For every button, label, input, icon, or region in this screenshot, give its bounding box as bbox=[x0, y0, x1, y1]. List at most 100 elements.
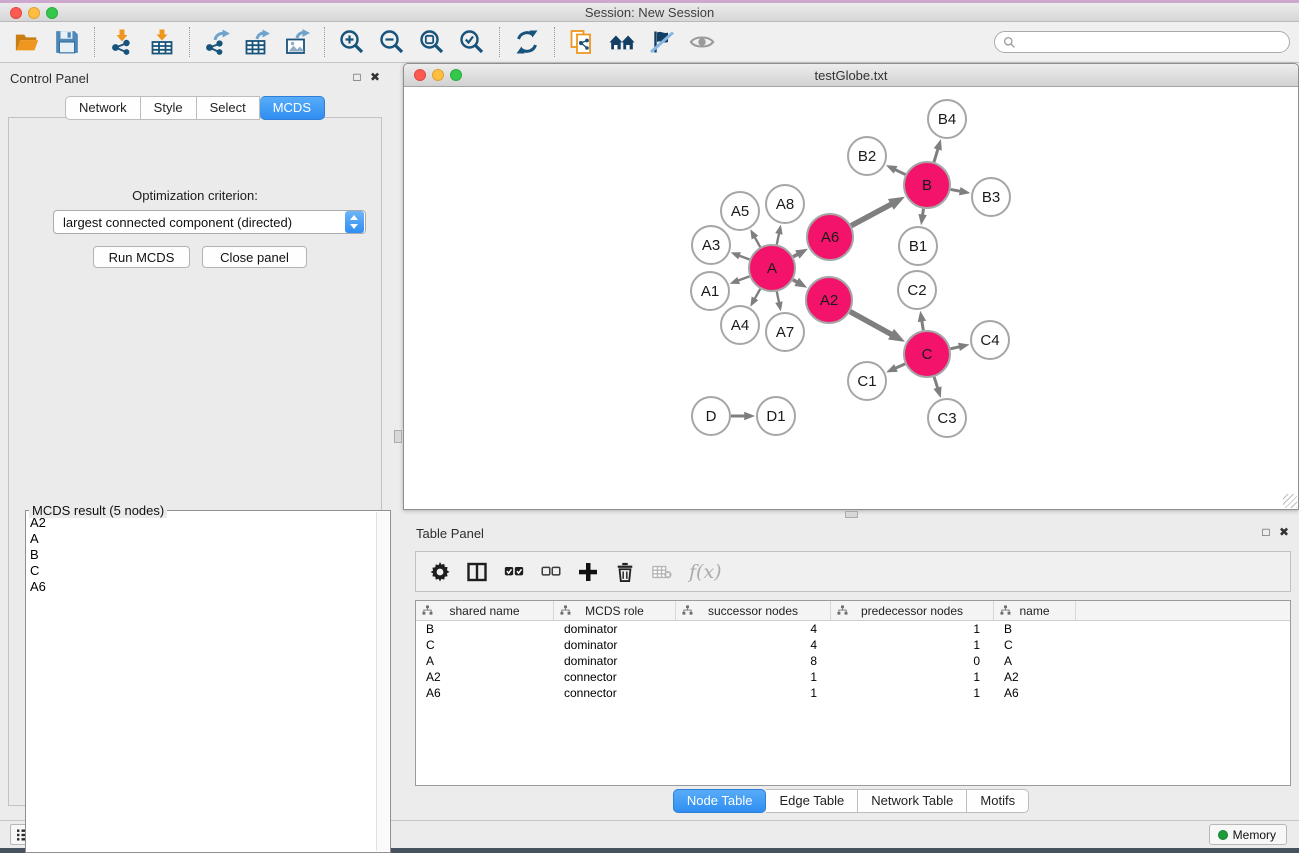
mcds-result-item[interactable]: C bbox=[27, 563, 376, 579]
split-view-icon[interactable] bbox=[467, 562, 487, 582]
tab-select[interactable]: Select bbox=[197, 96, 260, 120]
add-column-icon[interactable] bbox=[578, 562, 598, 582]
zoom-selected-icon-glyph bbox=[459, 29, 485, 55]
tab-motifs[interactable]: Motifs bbox=[967, 789, 1029, 813]
export-image-icon[interactable] bbox=[280, 26, 314, 58]
mcds-result-item[interactable]: A2 bbox=[27, 515, 376, 531]
edge-A2-C[interactable] bbox=[850, 312, 892, 335]
mcds-result-item[interactable]: B bbox=[27, 547, 376, 563]
edge-arrowhead bbox=[794, 278, 807, 288]
vertical-splitter-handle[interactable] bbox=[394, 430, 402, 443]
edge-B-B2[interactable] bbox=[894, 169, 905, 174]
graph-node-label: A3 bbox=[702, 237, 720, 254]
search-input[interactable] bbox=[1020, 34, 1289, 50]
search-box[interactable] bbox=[994, 31, 1290, 53]
edge-A-A8[interactable] bbox=[777, 232, 779, 244]
open-file-icon[interactable] bbox=[10, 26, 44, 58]
table-panel-title: Table Panel bbox=[416, 526, 484, 541]
column-header-shared-name[interactable]: shared name bbox=[416, 601, 554, 620]
import-table-icon[interactable] bbox=[145, 26, 179, 58]
edge-C-C1[interactable] bbox=[895, 364, 905, 369]
close-panel-button[interactable]: Close panel bbox=[202, 246, 307, 268]
deselect-all-icon-glyph bbox=[541, 562, 561, 582]
column-tree-icon bbox=[837, 605, 848, 616]
column-header-label: successor nodes bbox=[708, 604, 798, 618]
edge-A-A3[interactable] bbox=[738, 255, 749, 259]
memory-button[interactable]: Memory bbox=[1209, 824, 1287, 845]
zoom-out-icon-glyph bbox=[379, 29, 405, 55]
edge-C-C3[interactable] bbox=[934, 377, 938, 389]
float-panel-icon[interactable]: □ bbox=[350, 70, 364, 84]
table-float-panel-icon[interactable]: □ bbox=[1259, 525, 1273, 539]
import-network-icon[interactable] bbox=[105, 26, 139, 58]
zoom-fit-icon[interactable] bbox=[415, 26, 449, 58]
tab-node-table[interactable]: Node Table bbox=[673, 789, 767, 813]
zoom-in-icon[interactable] bbox=[335, 26, 369, 58]
graph-node-label: C3 bbox=[937, 410, 956, 427]
deselect-all-icon[interactable] bbox=[541, 562, 561, 582]
graph-node-label: B2 bbox=[858, 148, 876, 165]
open-file-icon-glyph bbox=[14, 29, 40, 55]
delete-column-icon[interactable] bbox=[615, 562, 635, 582]
tab-network-table[interactable]: Network Table bbox=[858, 789, 967, 813]
delete-table-icon[interactable] bbox=[652, 562, 672, 582]
table-close-panel-icon[interactable]: ✖ bbox=[1277, 525, 1291, 539]
mcds-result-scrollbar[interactable] bbox=[376, 512, 389, 851]
save-session-icon[interactable] bbox=[50, 26, 84, 58]
column-header-MCDS-role[interactable]: MCDS role bbox=[554, 601, 676, 620]
tab-network[interactable]: Network bbox=[65, 96, 141, 120]
edge-C-C4[interactable] bbox=[950, 347, 960, 349]
edge-A6-B[interactable] bbox=[851, 204, 892, 226]
column-header-predecessor-nodes[interactable]: predecessor nodes bbox=[831, 601, 994, 620]
table-cell: C bbox=[994, 637, 1076, 653]
network-window-titlebar[interactable]: testGlobe.txt bbox=[404, 64, 1298, 87]
export-table-icon[interactable] bbox=[240, 26, 274, 58]
edge-A-A7[interactable] bbox=[777, 292, 779, 304]
export-network-icon[interactable] bbox=[200, 26, 234, 58]
mcds-result-item[interactable]: A6 bbox=[27, 579, 376, 595]
edge-C-C2[interactable] bbox=[922, 320, 924, 330]
first-neighbors-icon[interactable] bbox=[605, 26, 639, 58]
optimization-criterion-dropdown[interactable]: largest connected component (directed) bbox=[53, 210, 366, 234]
edge-A-A4[interactable] bbox=[754, 289, 760, 300]
column-header-name[interactable]: name bbox=[994, 601, 1076, 620]
hide-details-icon[interactable] bbox=[645, 26, 679, 58]
table-row[interactable]: Bdominator41B bbox=[416, 621, 1290, 637]
refresh-icon[interactable] bbox=[510, 26, 544, 58]
gear-icon[interactable] bbox=[430, 562, 450, 582]
edge-A-A5[interactable] bbox=[754, 236, 760, 247]
edge-A-A1[interactable] bbox=[737, 276, 749, 281]
select-all-icon[interactable] bbox=[504, 562, 524, 582]
node-table[interactable]: shared nameMCDS role successor nodes prede… bbox=[415, 600, 1291, 786]
window-resize-grip[interactable] bbox=[1283, 494, 1297, 508]
gear-icon-glyph bbox=[430, 562, 450, 582]
tab-mcds[interactable]: MCDS bbox=[260, 96, 325, 120]
horizontal-splitter-handle[interactable] bbox=[845, 511, 858, 518]
table-cell: A6 bbox=[416, 685, 554, 701]
run-mcds-button[interactable]: Run MCDS bbox=[93, 246, 190, 268]
close-panel-icon[interactable]: ✖ bbox=[368, 70, 382, 84]
table-cell: 1 bbox=[831, 669, 994, 685]
zoom-out-icon[interactable] bbox=[375, 26, 409, 58]
edge-B-B4[interactable] bbox=[934, 148, 938, 162]
tab-edge-table[interactable]: Edge Table bbox=[766, 789, 858, 813]
zoom-selected-icon[interactable] bbox=[455, 26, 489, 58]
network-window-title: testGlobe.txt bbox=[404, 68, 1298, 83]
new-network-from-selection-icon[interactable] bbox=[565, 26, 599, 58]
table-row[interactable]: Cdominator41C bbox=[416, 637, 1290, 653]
table-cell: A bbox=[416, 653, 554, 669]
mcds-result-list[interactable]: A2ABCA6 bbox=[27, 515, 376, 851]
network-canvas[interactable]: B4B2BB3A5A8A6A3B1AA1C2A2A4A7C4CC1DD1C3 bbox=[405, 87, 1297, 508]
graph-node-label: C4 bbox=[980, 332, 999, 349]
show-details-icon[interactable] bbox=[685, 26, 719, 58]
column-header-filler bbox=[1076, 601, 1290, 620]
tab-style[interactable]: Style bbox=[141, 96, 197, 120]
mcds-result-item[interactable]: A bbox=[27, 531, 376, 547]
table-row[interactable]: A2connector11A2 bbox=[416, 669, 1290, 685]
function-builder-icon[interactable]: f(x) bbox=[689, 561, 722, 583]
edge-B-B3[interactable] bbox=[951, 189, 962, 191]
column-header-successor-nodes[interactable]: successor nodes bbox=[676, 601, 831, 620]
edge-arrowhead bbox=[750, 297, 758, 307]
table-row[interactable]: A6connector11A6 bbox=[416, 685, 1290, 701]
table-row[interactable]: Adominator80A bbox=[416, 653, 1290, 669]
